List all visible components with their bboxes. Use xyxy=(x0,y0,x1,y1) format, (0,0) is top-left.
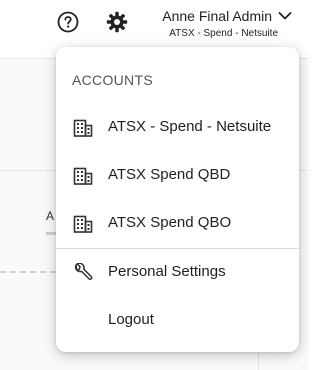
gear-icon xyxy=(106,11,128,33)
top-bar: Anne Final Admin ATSX - Spend - Netsuite xyxy=(0,0,308,44)
chevron-down-icon xyxy=(278,12,292,20)
user-dropdown-menu: ACCOUNTS ATSX - Spend - Netsuite ATSX Sp… xyxy=(56,47,299,352)
background-dashed-line xyxy=(0,271,56,273)
menu-divider xyxy=(56,248,299,249)
user-name: Anne Final Admin xyxy=(162,8,272,24)
account-item-atsx-spend-qbo[interactable]: ATSX Spend QBO xyxy=(56,204,299,244)
account-item-atsx-spend-qbd[interactable]: ATSX Spend QBD xyxy=(56,156,299,196)
building-icon xyxy=(73,215,93,233)
personal-settings-item[interactable]: Personal Settings xyxy=(56,253,299,293)
logout-item[interactable]: Logout xyxy=(56,301,299,341)
account-item-label: ATSX Spend QBO xyxy=(108,214,232,231)
logout-label: Logout xyxy=(108,311,154,328)
personal-settings-label: Personal Settings xyxy=(108,263,226,280)
background-partial-label: A xyxy=(46,209,55,223)
account-item-atsx-spend-netsuite[interactable]: ATSX - Spend - Netsuite xyxy=(56,108,299,148)
question-circle-icon xyxy=(57,11,79,33)
current-account-label: ATSX - Spend - Netsuite xyxy=(169,28,278,39)
building-icon xyxy=(73,167,93,185)
building-icon xyxy=(73,119,93,137)
account-item-label: ATSX Spend QBD xyxy=(108,166,231,183)
user-menu-toggle[interactable]: Anne Final Admin ATSX - Spend - Netsuite xyxy=(150,6,300,42)
help-button[interactable] xyxy=(57,11,79,33)
settings-button[interactable] xyxy=(106,11,128,33)
account-item-label: ATSX - Spend - Netsuite xyxy=(108,118,272,135)
wrench-icon xyxy=(74,263,93,280)
accounts-section-title: ACCOUNTS xyxy=(72,72,153,88)
background-tick xyxy=(46,232,56,235)
